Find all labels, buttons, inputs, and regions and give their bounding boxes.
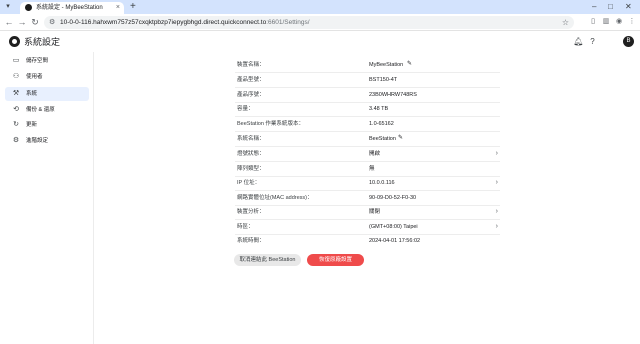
tab-close-icon[interactable]: × — [116, 3, 120, 12]
tab-title: 系統設定 - MyBeeStation — [36, 5, 103, 11]
setting-row-device-name: 裝置名稱： MyBeeStation ✎ — [235, 58, 500, 73]
sidebar-item-label: 儲存空間 — [26, 58, 49, 64]
system-icon: ⚒ — [12, 90, 20, 97]
sidebar-item-label: 系統 — [26, 91, 38, 97]
setting-value: 90-09-D0-52-F0-30 — [369, 195, 417, 201]
setting-row-led[interactable]: 燈號狀態： 開啟 › — [235, 147, 500, 162]
setting-label: 產品序號： — [237, 92, 265, 98]
setting-value: BST150-4T — [369, 77, 398, 83]
sidebar: ▭ 儲存空間 ⚇ 使用者 ⚒ 系統 ⟲ 備份 & 還原 ↻ 更新 ⚙ 進階設定 — [0, 52, 94, 344]
setting-value: 開啟 — [369, 151, 381, 157]
beestation-logo-icon — [9, 36, 20, 47]
setting-row-timezone[interactable]: 時區： (GMT+08:00) Taipei › — [235, 220, 500, 235]
setting-value: 3.48 TB — [369, 106, 389, 112]
user-icon: ⚇ — [12, 73, 20, 80]
setting-value: 10.0.0.116 — [369, 180, 395, 186]
setting-label: 容量： — [237, 106, 254, 112]
reload-button[interactable]: ↻ — [29, 16, 41, 28]
setting-label: 陣列類型： — [237, 166, 265, 172]
setting-label: 燈號狀態： — [237, 151, 265, 157]
notification-icon[interactable]: 🔔︎ — [573, 36, 584, 47]
setting-row-system-time: 系統時間： 2024-04-01 17:56:02 — [235, 234, 500, 249]
app-header: 系統設定 🔔︎ ? B — [0, 32, 640, 52]
setting-label: IP 位址： — [237, 180, 261, 186]
edit-pencil-icon[interactable]: ✎ — [398, 134, 403, 143]
storage-icon: ▭ — [12, 57, 20, 64]
browser-menu-icon[interactable]: ⋮ — [627, 17, 637, 27]
setting-value: (GMT+08:00) Taipei — [369, 224, 418, 230]
sidebar-item-label: 備份 & 還原 — [26, 107, 55, 113]
setting-label: 系統名稱： — [237, 136, 265, 142]
setting-row-array-type: 陣列類型： 無 — [235, 162, 500, 177]
setting-row-serial: 產品序號： 23B0WHRW748RS — [235, 88, 500, 103]
sidebar-item-backup[interactable]: ⟲ 備份 & 還原 — [5, 103, 89, 117]
setting-label: BeeStation 作業系統版本： — [237, 121, 304, 127]
chevron-right-icon[interactable]: › — [496, 207, 498, 216]
extensions-icon[interactable]: ▯ — [588, 17, 598, 27]
setting-value: 2024-04-01 17:56:02 — [369, 238, 421, 244]
sidebar-item-system[interactable]: ⚒ 系統 — [5, 87, 89, 101]
setting-label: 網路實體位址(MAC address)： — [237, 195, 313, 201]
browser-tab-strip: ▾ 系統設定 - MyBeeStation × + – □ ✕ — [0, 0, 640, 14]
help-icon[interactable]: ? — [587, 36, 598, 47]
setting-label: 系統時間： — [237, 238, 265, 244]
chevron-right-icon[interactable]: › — [496, 222, 498, 231]
setting-label: 裝置名稱： — [237, 62, 265, 68]
account-icon[interactable]: B — [623, 36, 634, 47]
new-tab-button[interactable]: + — [130, 1, 136, 12]
sidebar-item-label: 使用者 — [26, 74, 43, 80]
back-button[interactable]: ← — [3, 16, 15, 28]
sidebar-item-label: 更新 — [26, 122, 38, 128]
setting-row-mac: 網路實體位址(MAC address)： 90-09-D0-52-F0-30 — [235, 191, 500, 206]
sidebar-item-users[interactable]: ⚇ 使用者 — [5, 70, 89, 84]
setting-row-system-name: 系統名稱： BeeStation ✎ — [235, 132, 500, 147]
setting-row-os-version: BeeStation 作業系統版本： 1.0-65162 — [235, 117, 500, 132]
setting-value: 關閉 — [369, 209, 381, 215]
page-title: 系統設定 — [24, 37, 61, 47]
unbind-beestation-button[interactable]: 取消連結此 BeeStation — [234, 254, 301, 266]
bookmark-star-icon[interactable]: ☆ — [562, 17, 569, 28]
close-window-button[interactable]: ✕ — [625, 1, 632, 12]
setting-label: 時區： — [237, 224, 254, 230]
setting-value: 23B0WHRW748RS — [369, 92, 417, 98]
sidebar-item-advanced-settings[interactable]: ⚙ 進階設定 — [5, 134, 89, 148]
forward-button[interactable]: → — [16, 16, 28, 28]
beestation-favicon-icon — [25, 4, 32, 11]
sidebar-item-update[interactable]: ↻ 更新 — [5, 118, 89, 132]
sidebar-item-storage[interactable]: ▭ 儲存空間 — [5, 54, 89, 68]
profile-icon[interactable]: ◉ — [614, 17, 624, 27]
chevron-right-icon[interactable]: › — [496, 178, 498, 187]
browser-toolbar: ← → ↻ ⚙ 10-0-0-116.hahxwm757z57cxqktpbzp… — [0, 14, 640, 31]
address-bar[interactable]: ⚙ 10-0-0-116.hahxwm757z57cxqktpbzp7iepyg… — [44, 16, 574, 29]
edit-pencil-icon[interactable]: ✎ — [407, 60, 412, 69]
browser-tab[interactable]: 系統設定 - MyBeeStation × — [20, 2, 124, 14]
url-text[interactable]: 10-0-0-116.hahxwm757z57cxqktpbzp7iepygbh… — [60, 18, 310, 27]
setting-value: MyBeeStation — [369, 62, 404, 68]
setting-label: 產品型號： — [237, 77, 265, 83]
setting-value: 1.0-65162 — [369, 121, 394, 127]
side-panel-icon[interactable]: ▥ — [601, 17, 611, 27]
factory-reset-button[interactable]: 恢復原廠設置 — [307, 254, 364, 266]
setting-row-device-analytics[interactable]: 裝置分析： 關閉 › — [235, 205, 500, 220]
maximize-window-button[interactable]: □ — [608, 1, 613, 12]
tab-search-icon[interactable]: ▾ — [3, 2, 13, 12]
chevron-right-icon[interactable]: › — [496, 149, 498, 158]
minimize-window-button[interactable]: – — [592, 1, 596, 12]
setting-value: BeeStation — [369, 136, 396, 142]
update-icon: ↻ — [13, 121, 19, 128]
setting-row-capacity: 容量： 3.48 TB — [235, 102, 500, 117]
setting-label: 裝置分析： — [237, 209, 265, 215]
site-info-icon[interactable]: ⚙ — [49, 18, 55, 27]
sidebar-item-label: 進階設定 — [26, 138, 49, 144]
setting-row-ip[interactable]: IP 位址： 10.0.0.116 › — [235, 176, 500, 191]
backup-icon: ⟲ — [13, 106, 19, 113]
setting-value: 無 — [369, 166, 375, 172]
advanced-settings-icon: ⚙ — [12, 137, 20, 144]
setting-row-model: 產品型號： BST150-4T — [235, 73, 500, 88]
